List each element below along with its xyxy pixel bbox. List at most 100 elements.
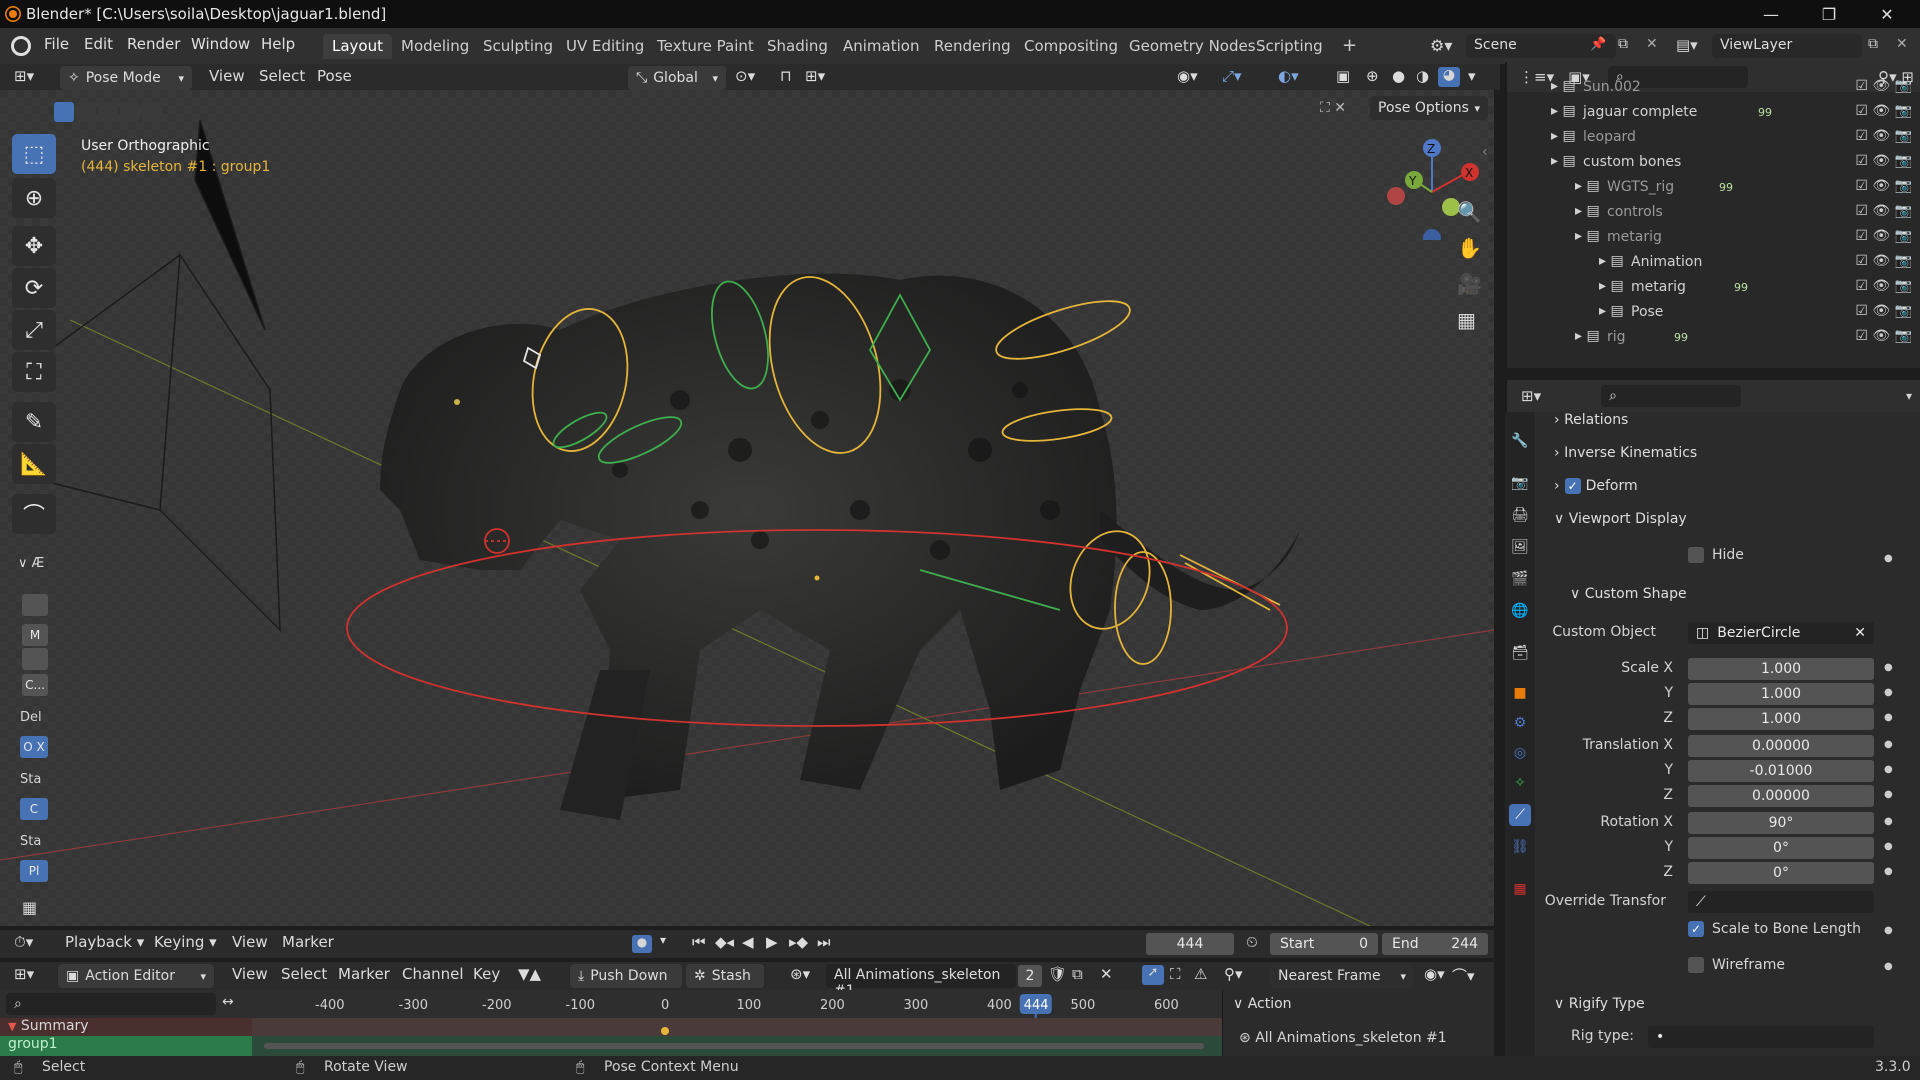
tab-modeling[interactable]: Modeling: [392, 34, 478, 59]
timeline-menu-playback[interactable]: Playback ▾: [65, 933, 144, 951]
viewlayer-icon[interactable]: ▤▾: [1676, 36, 1698, 54]
collection-icon[interactable]: ▸ ▤: [1575, 228, 1600, 244]
snap-icon[interactable]: ⊓: [780, 67, 792, 85]
clear-icon[interactable]: ✕: [1854, 625, 1866, 641]
minimize-button[interactable]: —: [1742, 0, 1800, 28]
collection-tab-icon[interactable]: 🗃: [1509, 642, 1531, 664]
visibility-icon[interactable]: ◉▾: [1177, 67, 1198, 85]
push-down-button[interactable]: ⤓ Push Down: [570, 964, 682, 988]
properties-search-input[interactable]: ⌕: [1601, 385, 1742, 407]
rotate-tool[interactable]: ⟳: [12, 268, 56, 308]
move-tool[interactable]: ✥: [12, 226, 56, 266]
collection-icon[interactable]: ▸ ▤: [1551, 128, 1576, 144]
fake-user-icon[interactable]: 🛡: [1048, 965, 1067, 983]
rotation-z-field[interactable]: 0°: [1688, 862, 1874, 884]
side-panel-btn-m[interactable]: M: [22, 624, 48, 646]
scale-tool[interactable]: ⤢: [12, 310, 56, 350]
outliner-row[interactable]: ▸ ▤ controls ☑ 👁 📷: [1507, 200, 1920, 225]
tab-sculpting[interactable]: Sculpting: [474, 34, 562, 59]
collection-icon[interactable]: ▸ ▤: [1599, 278, 1624, 294]
side-panel-del[interactable]: Del: [20, 710, 42, 725]
visibility-toggles[interactable]: ☑ 👁 📷: [1855, 278, 1912, 294]
select-box-tool[interactable]: ⬚: [12, 134, 56, 174]
ik-section[interactable]: › Inverse Kinematics: [1554, 445, 1697, 461]
output-tab-icon[interactable]: 🖨: [1509, 504, 1531, 526]
visibility-toggles[interactable]: ☑ 👁 📷: [1855, 253, 1912, 269]
rotation-y-field[interactable]: 0°: [1688, 837, 1874, 859]
pin-scene-icon[interactable]: 📌: [1590, 37, 1606, 52]
transform-tool[interactable]: ⛶: [12, 352, 56, 392]
proportional-icon[interactable]: ◉▾: [1424, 965, 1445, 983]
zoom-icon[interactable]: 🔍: [1457, 200, 1482, 224]
collection-icon[interactable]: ▸ ▤: [1551, 103, 1576, 119]
action-name-field[interactable]: All Animations_skeleton #1: [826, 964, 1016, 999]
rotation-x-field[interactable]: 90°: [1688, 812, 1874, 834]
collection-icon[interactable]: ▸ ▤: [1599, 303, 1624, 319]
menu-file[interactable]: File: [44, 35, 69, 53]
filter-icon[interactable]: ⚲▾: [1224, 965, 1243, 983]
close-window-button[interactable]: ✕: [1858, 0, 1916, 28]
menu-render[interactable]: Render: [127, 35, 180, 53]
tool-tab-icon[interactable]: 🔧: [1509, 430, 1531, 452]
prev-keyframe-icon[interactable]: ◆◂: [715, 933, 734, 951]
viewlayer-name-field[interactable]: ViewLayer: [1712, 34, 1862, 58]
trans-z-keyframe-dot[interactable]: ●: [1884, 789, 1893, 800]
scale-z-field[interactable]: 1.000: [1688, 708, 1874, 730]
new-viewlayer-icon[interactable]: ⧉: [1868, 36, 1878, 52]
deform-section[interactable]: › ✓ Deform: [1554, 478, 1638, 494]
pivot-point-icon[interactable]: ⊙▾: [735, 67, 755, 85]
view-layer-tab-icon[interactable]: 🖼: [1509, 536, 1531, 558]
next-keyframe-icon[interactable]: ▸◆: [789, 933, 808, 951]
pose-options-dropdown[interactable]: Pose Options ▾: [1370, 96, 1488, 120]
wireframe-shading-icon[interactable]: ⊕: [1366, 67, 1379, 85]
overlay-toggle-icon[interactable]: ◐▾: [1278, 67, 1299, 85]
outliner-row[interactable]: ▸ ▤ Sun.002 ☑ 👁 📷: [1507, 75, 1920, 100]
tab-scripting[interactable]: Scripting: [1247, 34, 1332, 59]
tab-layout[interactable]: Layout: [323, 34, 392, 59]
wireframe-checkbox[interactable]: [1688, 957, 1704, 973]
gizmo-toggle-icon[interactable]: ⤢▾: [1222, 67, 1242, 85]
channel-search-input[interactable]: ⌕: [6, 993, 216, 1015]
ortho-toggle-icon[interactable]: ▦: [1457, 308, 1476, 332]
wireframe-keyframe-dot[interactable]: ●: [1884, 961, 1893, 972]
collection-icon[interactable]: ▸ ▤: [1575, 203, 1600, 219]
viewport-menu-select[interactable]: Select: [259, 67, 305, 85]
bone-constraint-tab-icon[interactable]: ⛓: [1509, 836, 1531, 858]
texture-tab-icon[interactable]: ▦: [1509, 878, 1531, 900]
scale-z-keyframe-dot[interactable]: ●: [1884, 712, 1893, 723]
bone-tab-icon[interactable]: ⟋: [1509, 804, 1531, 826]
rot-z-keyframe-dot[interactable]: ●: [1884, 866, 1893, 877]
hide-row[interactable]: Hide: [1688, 547, 1744, 563]
stash-button[interactable]: ✲ Stash: [686, 964, 764, 988]
outliner-row[interactable]: ▸ ▤ WGTS_rig 99 ☑ 👁 📷: [1507, 175, 1920, 200]
action-menu-marker[interactable]: Marker: [338, 965, 390, 983]
outliner-row[interactable]: ▸ ▤ rig 99 ☑ 👁 📷: [1507, 325, 1920, 350]
action-menu-key[interactable]: Key: [473, 965, 500, 983]
snap-mode-dropdown[interactable]: Nearest Frame ▾: [1270, 964, 1414, 988]
viewport-menu-view[interactable]: View: [209, 67, 245, 85]
rendered-shading-icon[interactable]: ◕: [1438, 67, 1460, 87]
action-menu-select[interactable]: Select: [281, 965, 327, 983]
custom-object-field[interactable]: ◫ BezierCircle ✕: [1688, 622, 1874, 644]
timeline-menu-marker[interactable]: Marker: [282, 933, 334, 951]
override-transform-field[interactable]: ⟋: [1688, 891, 1874, 913]
outliner-row[interactable]: ▸ ▤ custom bones ☑ 👁 📷: [1507, 150, 1920, 175]
layer-down-icon[interactable]: ▼▲: [518, 965, 541, 983]
current-frame-field[interactable]: 444: [1146, 933, 1234, 955]
timeline-menu-view[interactable]: View: [232, 933, 268, 951]
action-menu-channel[interactable]: Channel: [402, 965, 464, 983]
end-frame-field[interactable]: End 244: [1382, 933, 1488, 955]
side-panel-ox[interactable]: O X: [20, 736, 48, 758]
action-editor-area[interactable]: ⌕ ↔ -400 -300 -200 -100 0 100 200 300 400 500 600 …: [0, 990, 1494, 1056]
preview-range-icon[interactable]: ⏲: [1246, 933, 1258, 951]
viewport-display-section[interactable]: ∨ Viewport Display: [1554, 511, 1687, 527]
maximize-button[interactable]: ❐: [1800, 0, 1858, 28]
jump-start-icon[interactable]: ⏮: [692, 933, 706, 951]
snap-target-icon[interactable]: ⊞▾: [805, 67, 825, 85]
visibility-toggles[interactable]: ☑ 👁 📷: [1855, 178, 1912, 194]
scene-selector-icon[interactable]: ⚙▾: [1430, 36, 1452, 55]
visibility-toggles[interactable]: ☑ 👁 📷: [1855, 228, 1912, 244]
tab-uv-editing[interactable]: UV Editing: [557, 34, 653, 59]
camera-view-icon[interactable]: 🎥: [1457, 272, 1482, 296]
side-panel-btn-c[interactable]: C...: [22, 674, 48, 696]
